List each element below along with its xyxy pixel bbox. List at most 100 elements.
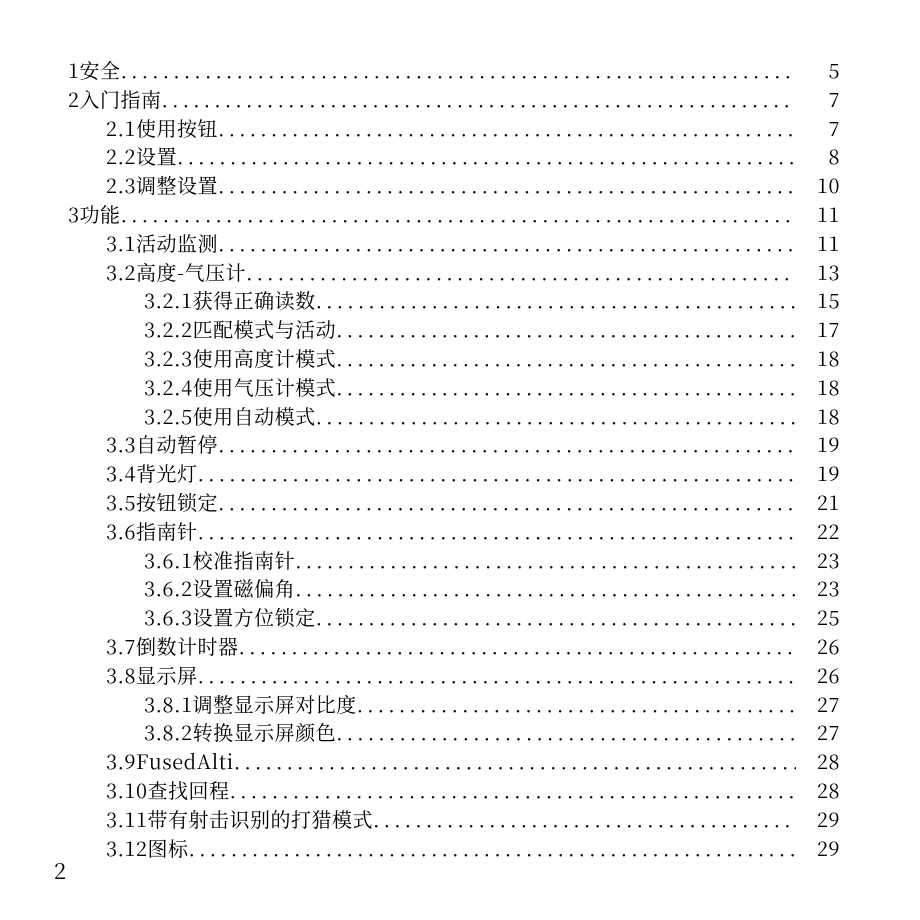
toc-entry-number: 3.6.2: [144, 574, 193, 603]
toc-entry[interactable]: 3.3 自动暂停19: [68, 430, 840, 459]
toc-entry-title: 调整设置: [136, 171, 218, 200]
document-page: 1 安全52 入门指南72.1 使用按钮72.2 设置82.3 调整设置103 …: [0, 0, 920, 920]
toc-entry-page: 5: [796, 56, 840, 85]
toc-entry-title: 获得正确读数: [193, 286, 316, 315]
toc-entry-title: 带有射击识别的打猎模式: [148, 805, 374, 834]
toc-entry-number: 3.6: [106, 517, 136, 546]
toc-entry-title: 倒数计时器: [136, 632, 239, 661]
toc-entry-page: 13: [796, 258, 840, 287]
toc-entry[interactable]: 3.8.2 转换显示屏颜色27: [68, 718, 840, 747]
toc-entry-number: 3.2.4: [144, 373, 193, 402]
toc-entry-page: 19: [796, 430, 840, 459]
toc-entry[interactable]: 3.11 带有射击识别的打猎模式29: [68, 805, 840, 834]
toc-entry-number: 3.2.1: [144, 286, 193, 315]
toc-entry-page: 11: [796, 200, 840, 229]
toc-entry-title: 高度-气压计: [136, 258, 246, 287]
toc-entry-page: 18: [796, 344, 840, 373]
toc-entry[interactable]: 3.6.1 校准指南针23: [68, 546, 840, 575]
toc-leader-dots: [246, 258, 796, 287]
toc-leader-dots: [218, 430, 796, 459]
toc-entry-number: 3.8.2: [144, 718, 193, 747]
toc-entry-number: 3: [68, 200, 80, 229]
toc-entry[interactable]: 3.2.3 使用高度计模式 18: [68, 344, 840, 373]
toc-leader-dots: [316, 402, 796, 431]
toc-entry-number: 3.10: [106, 776, 148, 805]
toc-entry[interactable]: 3.6.2 设置磁偏角23: [68, 574, 840, 603]
toc-leader-dots: [121, 56, 797, 85]
toc-leader-dots: [218, 488, 796, 517]
toc-leader-dots: [198, 517, 796, 546]
toc-entry-number: 3.8.1: [144, 690, 193, 719]
toc-entry-page: 7: [796, 114, 840, 143]
toc-entry-page: 29: [796, 834, 840, 863]
toc-entry-title: 使用气压计模式: [193, 373, 337, 402]
toc-entry[interactable]: 3.5 按钮锁定21: [68, 488, 840, 517]
toc-entry-number: 2: [68, 85, 80, 114]
toc-entry-page: 8: [796, 142, 840, 171]
toc-leader-dots: [230, 776, 796, 805]
toc-entry[interactable]: 2.1 使用按钮7: [68, 114, 840, 143]
toc-leader-dots: [373, 805, 796, 834]
toc-entry[interactable]: 3.1 活动监测11: [68, 229, 840, 258]
toc-entry-number: 3.2: [106, 258, 136, 287]
toc-entry-number: 2.3: [106, 171, 136, 200]
toc-entry[interactable]: 3 功能11: [68, 200, 840, 229]
toc-leader-dots: [316, 286, 796, 315]
toc-entry[interactable]: 3.4 背光灯19: [68, 459, 840, 488]
toc-entry[interactable]: 3.7 倒数计时器26: [68, 632, 840, 661]
toc-entry[interactable]: 3.2 高度-气压计 13: [68, 258, 840, 287]
toc-entry-number: 3.9: [106, 747, 136, 776]
toc-entry[interactable]: 3.8.1 调整显示屏对比度27: [68, 690, 840, 719]
toc-leader-dots: [336, 344, 796, 373]
toc-entry[interactable]: 3.2.2 匹配模式与活动17: [68, 315, 840, 344]
toc-entry[interactable]: 2.3 调整设置 10: [68, 171, 840, 200]
toc-entry-page: 10: [796, 171, 840, 200]
toc-entry-page: 27: [796, 690, 840, 719]
toc-entry-page: 28: [796, 776, 840, 805]
toc-entry[interactable]: 1 安全 5: [68, 56, 840, 85]
toc-entry-page: 28: [796, 747, 840, 776]
toc-entry-title: 安全: [80, 56, 121, 85]
toc-entry-number: 3.2.3: [144, 344, 193, 373]
toc-leader-dots: [177, 142, 796, 171]
toc-entry[interactable]: 3.8 显示屏26: [68, 661, 840, 690]
toc-entry-title: 设置方位锁定: [193, 603, 316, 632]
toc-leader-dots: [336, 718, 796, 747]
toc-leader-dots: [218, 229, 796, 258]
toc-leader-dots: [198, 661, 796, 690]
toc-entry-title: 图标: [148, 834, 189, 863]
toc-entry[interactable]: 3.2.1 获得正确读数 15: [68, 286, 840, 315]
toc-leader-dots: [198, 459, 796, 488]
toc-entry-number: 3.5: [106, 488, 136, 517]
toc-entry[interactable]: 3.9 FusedAlti28: [68, 747, 840, 776]
toc-entry[interactable]: 3.10 查找回程28: [68, 776, 840, 805]
toc-entry-page: 21: [796, 488, 840, 517]
toc-entry[interactable]: 3.2.4 使用气压计模式 18: [68, 373, 840, 402]
toc-entry-title: 使用按钮: [136, 114, 218, 143]
toc-entry[interactable]: 2 入门指南7: [68, 85, 840, 114]
toc-leader-dots: [234, 747, 796, 776]
toc-entry-number: 3.6.1: [144, 546, 193, 575]
toc-entry-page: 18: [796, 373, 840, 402]
toc-entry-number: 3.7: [106, 632, 136, 661]
toc-entry-number: 3.3: [106, 430, 136, 459]
toc-entry-number: 3.2.5: [144, 402, 193, 431]
table-of-contents: 1 安全52 入门指南72.1 使用按钮72.2 设置82.3 调整设置103 …: [68, 56, 840, 862]
toc-entry-page: 23: [796, 546, 840, 575]
toc-leader-dots: [239, 632, 796, 661]
toc-entry-number: 3.8: [106, 661, 136, 690]
toc-entry[interactable]: 3.6.3 设置方位锁定25: [68, 603, 840, 632]
toc-entry[interactable]: 2.2 设置8: [68, 142, 840, 171]
toc-entry-page: 26: [796, 661, 840, 690]
toc-entry-title: 设置磁偏角: [193, 574, 296, 603]
toc-entry[interactable]: 3.6 指南针22: [68, 517, 840, 546]
toc-entry-title: 使用高度计模式: [193, 344, 337, 373]
toc-leader-dots: [218, 171, 796, 200]
toc-entry-title: 背光灯: [136, 459, 198, 488]
toc-entry[interactable]: 3.12 图标29: [68, 834, 840, 863]
toc-entry-page: 15: [796, 286, 840, 315]
toc-entry-title: 匹配模式与活动: [193, 315, 337, 344]
toc-entry[interactable]: 3.2.5 使用自动模式18: [68, 402, 840, 431]
toc-leader-dots: [189, 834, 796, 863]
toc-entry-number: 1: [68, 56, 80, 85]
